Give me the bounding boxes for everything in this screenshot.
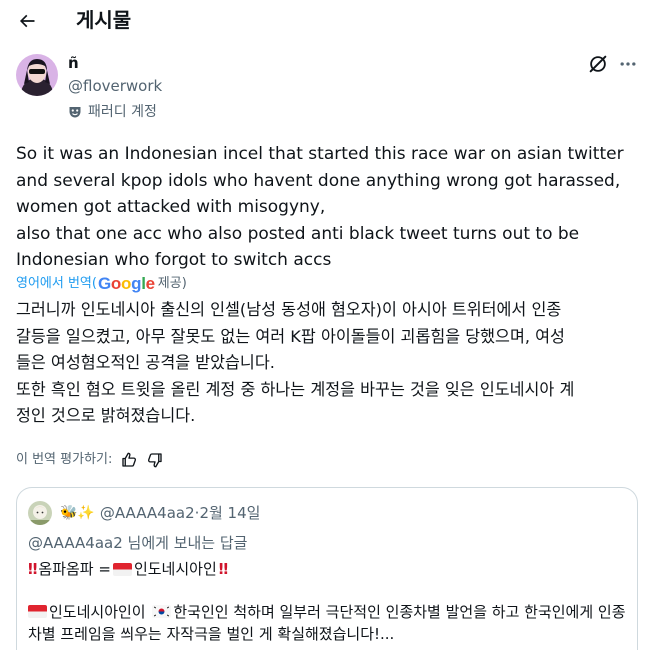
quote-date[interactable]: 2월 14일 bbox=[199, 503, 260, 523]
south-korea-flag-icon bbox=[152, 605, 172, 618]
indonesia-flag-icon bbox=[112, 562, 132, 576]
quote-name-emojis: 🐝✨ bbox=[60, 505, 95, 521]
back-arrow-icon bbox=[19, 14, 35, 28]
quoted-tweet[interactable]: 🐝✨ @AAAA4aa2 · 2월 14일 @AAAA4aa2 님에게 보내는 … bbox=[16, 487, 638, 650]
rate-translation-label: 이 번역 평가하기: bbox=[16, 452, 113, 467]
translation-attribution: 영어에서 번역( Google 제공) bbox=[16, 275, 187, 293]
parody-badge: 패러디 계정 bbox=[68, 102, 157, 122]
quote-line-2: 인도네시아인이 한국인인 척하며 일부러 극단적인 인종차별 발언을 하고 한국… bbox=[28, 601, 628, 645]
quote-line-1: ‼ 옴파옴파 = 인도네시아인 ‼ bbox=[28, 558, 229, 580]
google-logo: Google bbox=[97, 274, 155, 293]
translated-text: 그러니까 인도네시아 출신의 인셀(남성 동성애 혐오자)이 아시아 트위터에서… bbox=[16, 300, 575, 425]
thumbs-down-icon[interactable] bbox=[146, 451, 164, 469]
avatar[interactable] bbox=[16, 54, 58, 96]
thumbs-up-icon[interactable] bbox=[120, 451, 138, 469]
quote-header: 🐝✨ @AAAA4aa2 · 2월 14일 bbox=[60, 503, 260, 523]
display-name[interactable]: ñ bbox=[68, 53, 79, 73]
rate-translation-row: 이 번역 평가하기: bbox=[16, 451, 164, 469]
grok-icon bbox=[589, 55, 607, 73]
page-title: 게시물 bbox=[76, 8, 132, 32]
double-exclamation-icon: ‼ bbox=[218, 560, 229, 578]
indonesia-flag-icon bbox=[28, 605, 47, 618]
quote-line-2-part1: 인도네시아인이 bbox=[49, 603, 151, 621]
translate-link[interactable]: 영어에서 번역( bbox=[16, 275, 97, 293]
top-bar: 게시물 bbox=[0, 0, 657, 42]
more-button[interactable] bbox=[616, 52, 640, 76]
double-exclamation-icon: ‼ bbox=[28, 560, 38, 578]
grok-button[interactable] bbox=[587, 53, 609, 75]
parody-label: 패러디 계정 bbox=[88, 104, 157, 120]
quote-avatar[interactable] bbox=[28, 501, 52, 525]
reply-to-label: @AAAA4aa2 님에게 보내는 답글 bbox=[28, 534, 248, 552]
quote-handle[interactable]: @AAAA4aa2 bbox=[100, 503, 195, 523]
parody-mask-icon bbox=[69, 107, 81, 118]
provided-by-label: 제공) bbox=[157, 276, 187, 291]
tweet-text: So it was an Indonesian incel that start… bbox=[16, 144, 624, 270]
quote-line-1-text: 옴파옴파 = bbox=[38, 560, 111, 578]
back-button[interactable] bbox=[10, 4, 44, 38]
more-dots-icon bbox=[620, 62, 636, 66]
user-handle[interactable]: @floverwork bbox=[68, 76, 162, 96]
quote-line-1-after: 인도네시아인 bbox=[133, 560, 217, 578]
